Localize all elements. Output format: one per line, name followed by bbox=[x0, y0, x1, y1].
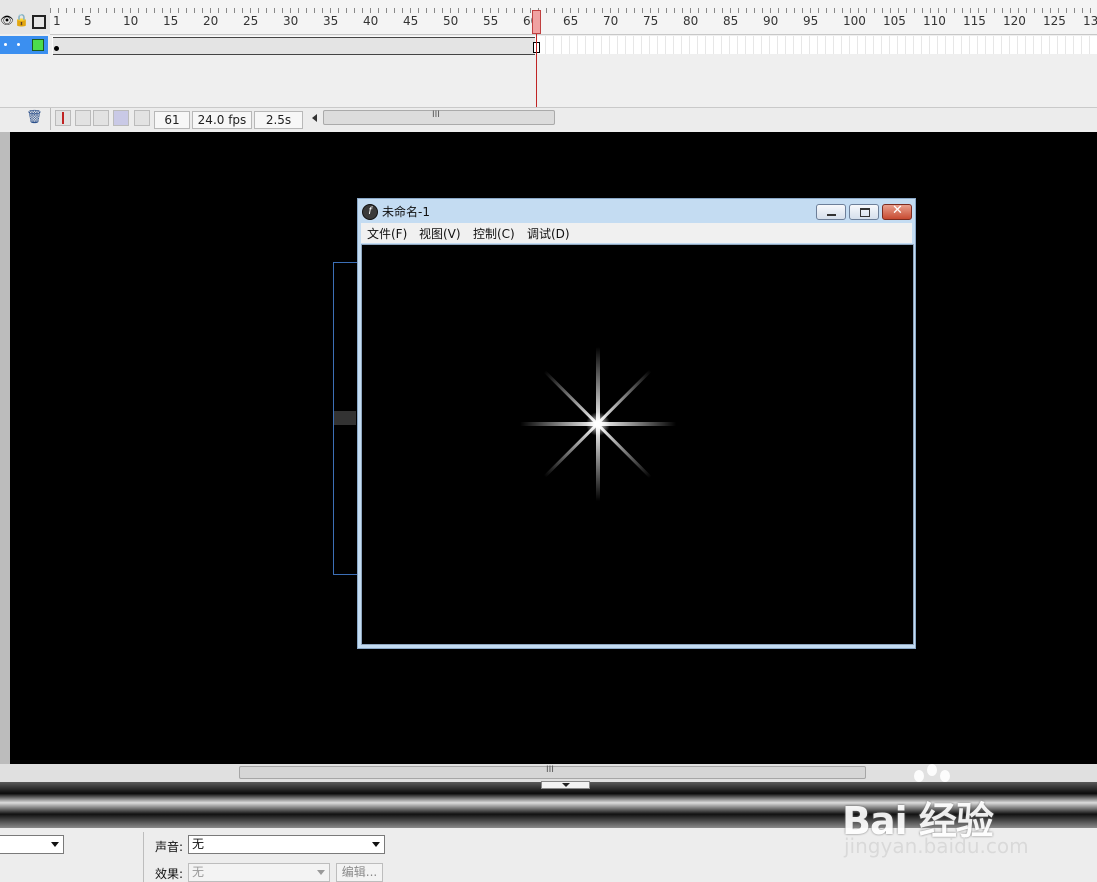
eye-icon[interactable]: 👁 bbox=[0, 14, 14, 27]
ruler-tick: 5 bbox=[84, 14, 92, 28]
ruler-tick: 35 bbox=[323, 14, 339, 28]
edit-multiple-frames-icon[interactable] bbox=[113, 110, 129, 126]
ruler-tick: 110 bbox=[923, 14, 946, 28]
scrollbar-grip: III bbox=[546, 765, 554, 775]
center-frame-marker bbox=[62, 112, 64, 124]
playhead-line bbox=[536, 34, 537, 108]
divider bbox=[143, 832, 144, 882]
sound-label: 声音: bbox=[155, 840, 184, 854]
timeline-scrollbar-thumb[interactable]: III bbox=[323, 110, 555, 125]
outline-icon[interactable] bbox=[32, 15, 46, 29]
trash-icon[interactable]: 🗑 bbox=[26, 110, 43, 125]
layer-header: 👁 🔒 bbox=[0, 0, 51, 34]
menu-debug[interactable]: 调试(D) bbox=[527, 225, 570, 242]
keyframe-start-icon[interactable] bbox=[54, 46, 59, 51]
scroll-left-arrow-icon[interactable] bbox=[312, 114, 317, 122]
ruler-tick: 13 bbox=[1083, 14, 1097, 28]
left-dropdown[interactable] bbox=[0, 835, 64, 854]
effect-label: 效果: bbox=[155, 867, 184, 881]
minimize-icon bbox=[827, 214, 836, 216]
chevron-down-icon bbox=[317, 870, 325, 875]
ruler-tick: 40 bbox=[363, 14, 379, 28]
lock-dot-icon[interactable] bbox=[17, 43, 20, 46]
stage-left-edge bbox=[0, 132, 10, 764]
maximize-button[interactable] bbox=[849, 204, 879, 220]
chevron-down-icon bbox=[562, 783, 570, 787]
ruler-tick: 75 bbox=[643, 14, 659, 28]
menu-view[interactable]: 视图(V) bbox=[419, 225, 461, 242]
ruler-tick: 100 bbox=[843, 14, 866, 28]
player-canvas[interactable] bbox=[361, 244, 914, 645]
layer-row-selected[interactable] bbox=[0, 36, 48, 54]
ruler-tick: 85 bbox=[723, 14, 739, 28]
ruler-tick: 125 bbox=[1043, 14, 1066, 28]
watermark-url: jingyan.baidu.com bbox=[844, 834, 1029, 858]
stage-object[interactable] bbox=[334, 411, 356, 425]
ruler-tick: 90 bbox=[763, 14, 779, 28]
ruler-tick: 15 bbox=[163, 14, 179, 28]
playhead[interactable] bbox=[532, 10, 541, 34]
lock-icon[interactable]: 🔒 bbox=[14, 13, 29, 27]
ruler-tick: 50 bbox=[443, 14, 459, 28]
timeline-panel: 👁 🔒 1 5 10 15 20 25 30 35 40 45 50 55 60… bbox=[0, 0, 1097, 132]
window-title: 未命名-1 bbox=[382, 205, 430, 219]
ruler-tick: 30 bbox=[283, 14, 299, 28]
ruler-tick: 1 bbox=[53, 14, 61, 28]
close-icon: ✕ bbox=[892, 203, 903, 218]
frame-rate-value: 24.0 fps bbox=[192, 111, 252, 129]
ruler-top-ticks bbox=[50, 8, 1097, 13]
baidu-watermark: Bai 经验 jingyan.baidu.com bbox=[842, 760, 1062, 860]
maximize-icon bbox=[860, 208, 870, 217]
sound-select[interactable]: 无 bbox=[188, 835, 385, 854]
flash-player-window: f 未命名-1 ✕ 文件(F) 视图(V) 控制(C) 调试(D) bbox=[357, 198, 916, 649]
ruler-tick: 25 bbox=[243, 14, 259, 28]
ruler-tick: 95 bbox=[803, 14, 819, 28]
layer-color-swatch[interactable] bbox=[32, 39, 44, 51]
ruler-tick: 45 bbox=[403, 14, 419, 28]
onion-skin-icon[interactable] bbox=[75, 110, 91, 126]
ruler-tick: 65 bbox=[563, 14, 579, 28]
minimize-button[interactable] bbox=[816, 204, 846, 220]
sparkle-graphic bbox=[520, 347, 676, 501]
menu-control[interactable]: 控制(C) bbox=[473, 225, 515, 242]
onion-outline-icon[interactable] bbox=[93, 110, 109, 126]
frame-ruler[interactable]: 1 5 10 15 20 25 30 35 40 45 50 55 60 65 … bbox=[50, 0, 1097, 35]
paw-pad bbox=[940, 770, 950, 782]
paw-pad bbox=[914, 770, 924, 782]
stage-scrollbar-thumb[interactable]: III bbox=[239, 765, 866, 779]
ruler-tick: 55 bbox=[483, 14, 499, 28]
frame-span[interactable] bbox=[53, 37, 535, 55]
ruler-tick: 70 bbox=[603, 14, 619, 28]
ruler-tick: 20 bbox=[203, 14, 219, 28]
menu-bar: 文件(F) 视图(V) 控制(C) 调试(D) bbox=[361, 223, 912, 243]
elapsed-time-value: 2.5s bbox=[254, 111, 303, 129]
menu-file[interactable]: 文件(F) bbox=[367, 225, 407, 242]
chevron-down-icon bbox=[51, 842, 59, 847]
current-frame-value: 61 bbox=[154, 111, 190, 129]
close-button[interactable]: ✕ bbox=[882, 203, 912, 220]
panel-collapse-toggle[interactable] bbox=[541, 781, 590, 789]
effect-select[interactable]: 无 bbox=[188, 863, 330, 882]
sparkle-rays bbox=[520, 347, 676, 501]
flash-app-icon: f bbox=[362, 204, 378, 220]
ruler-tick: 80 bbox=[683, 14, 699, 28]
paw-pad bbox=[927, 764, 937, 776]
timeline-status-bar: 🗑 61 24.0 fps 2.5s III bbox=[0, 107, 1097, 130]
ruler-tick: 120 bbox=[1003, 14, 1026, 28]
visibility-dot-icon[interactable] bbox=[4, 43, 7, 46]
scrollbar-grip: III bbox=[432, 110, 440, 120]
onion-markers-icon[interactable] bbox=[134, 110, 150, 126]
empty-frames[interactable] bbox=[538, 36, 1097, 54]
divider bbox=[50, 108, 51, 130]
sound-select-value: 无 bbox=[192, 837, 205, 851]
chevron-down-icon bbox=[372, 842, 380, 847]
edit-button[interactable]: 编辑... bbox=[336, 863, 383, 882]
ruler-tick: 10 bbox=[123, 14, 139, 28]
ruler-tick: 115 bbox=[963, 14, 986, 28]
ruler-tick: 105 bbox=[883, 14, 906, 28]
effect-select-value: 无 bbox=[192, 865, 205, 879]
